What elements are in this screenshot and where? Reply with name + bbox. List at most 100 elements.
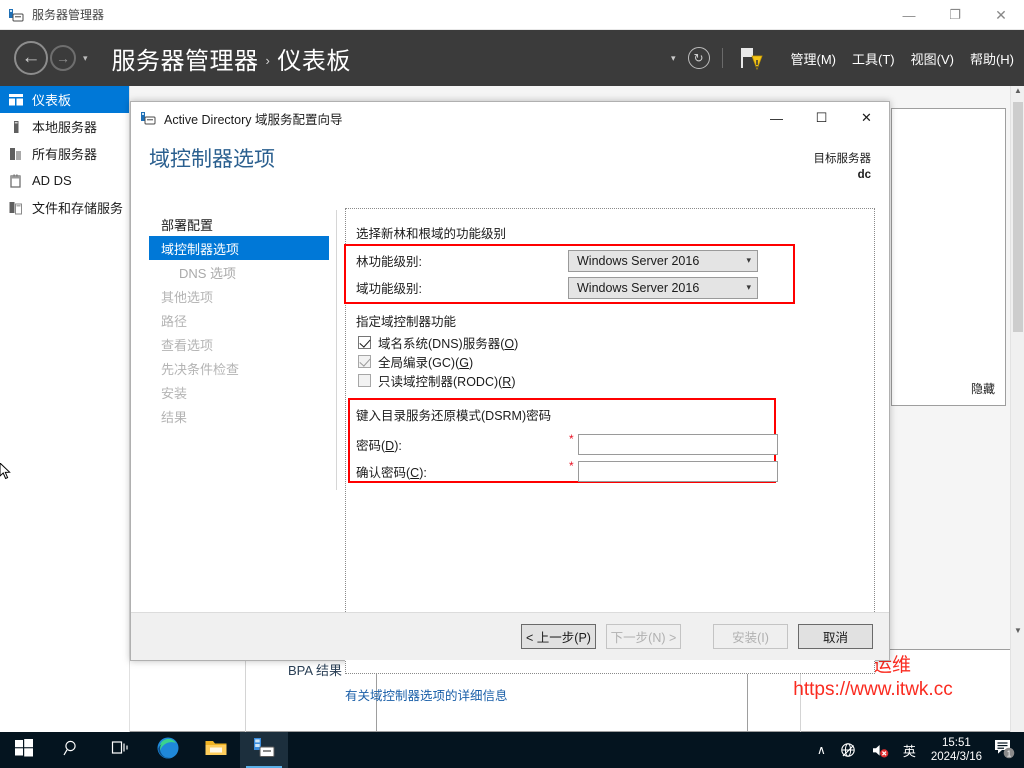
svg-text:1: 1 <box>1007 749 1012 758</box>
nav-history-caret-icon[interactable]: ▾ <box>83 53 88 64</box>
domain-level-label: 域功能级别: <box>356 282 422 296</box>
close-button[interactable]: ✕ <box>978 0 1024 30</box>
previous-button[interactable]: < 上一步(P) <box>521 624 596 649</box>
scroll-down-arrow-icon[interactable]: ▼ <box>1011 626 1024 640</box>
sidebar-item-ad-ds[interactable]: AD DS <box>0 167 129 194</box>
menu-manage[interactable]: 管理(M) <box>791 49 837 68</box>
content-scrollbar[interactable]: ▲ ▼ <box>1010 86 1024 732</box>
dsrm-section-title: 键入目录服务还原模式(DSRM)密码 <box>356 409 552 423</box>
refresh-icon[interactable]: ↻ <box>687 47 710 69</box>
main-window-controls: — ❐ ✕ <box>886 0 1024 30</box>
confirm-password-label: 确认密码(C): <box>356 466 427 480</box>
notifications-flag-icon[interactable] <box>735 42 765 74</box>
cancel-button[interactable]: 取消 <box>798 624 873 649</box>
navigation-sidebar: 仪表板 本地服务器 所有服务器 AD DS 文件和存储服务 <box>0 86 130 732</box>
more-info-link[interactable]: 有关域控制器选项的详细信息 <box>345 685 508 704</box>
step-dns-options: DNS 选项 <box>149 260 329 284</box>
step-domain-controller-options[interactable]: 域控制器选项 <box>149 236 329 260</box>
menu-tools[interactable]: 工具(T) <box>852 49 895 68</box>
server-manager-taskbar-button[interactable] <box>240 732 288 768</box>
sidebar-item-dashboard[interactable]: 仪表板 <box>0 86 129 113</box>
step-paths: 路径 <box>149 308 329 332</box>
dialog-minimize-button[interactable]: — <box>754 102 799 134</box>
notification-center-button[interactable]: 1 <box>993 737 1015 764</box>
confirm-password-input[interactable] <box>578 461 778 482</box>
screen: 服务器管理器 — ❐ ✕ ← → ▾ 服务器管理器 › 仪表板 ▾ ↻ 管理(M… <box>0 0 1024 768</box>
task-view-button[interactable] <box>96 732 144 768</box>
file-explorer-button[interactable] <box>192 732 240 768</box>
breadcrumb-separator-icon: › <box>265 52 271 68</box>
password-input[interactable] <box>578 434 778 455</box>
server-manager-icon <box>8 7 24 23</box>
target-server-label: 目标服务器 <box>813 153 872 165</box>
domain-level-select[interactable]: Windows Server 2016 ▾ <box>568 276 758 299</box>
step-additional-options: 其他选项 <box>149 284 329 308</box>
checkbox-dns-server[interactable]: 域名系统(DNS)服务器(O) <box>358 333 518 352</box>
storage-icon <box>8 200 24 216</box>
restore-button[interactable]: ❐ <box>932 0 978 30</box>
step-installation: 安装 <box>149 380 329 404</box>
network-offline-icon[interactable] <box>840 742 857 759</box>
dialog-window-controls: — ☐ ✕ <box>754 102 889 134</box>
adds-icon <box>8 173 24 189</box>
tray-chevron-icon[interactable]: ∧ <box>817 743 826 757</box>
breadcrumb-root[interactable]: 服务器管理器 <box>112 41 259 76</box>
hide-link[interactable]: 隐藏 <box>971 380 995 397</box>
step-deployment-config[interactable]: 部署配置 <box>149 212 329 236</box>
forest-level-value: Windows Server 2016 <box>577 253 700 268</box>
taskbar: ∧ 英 15:51 2024/3/16 1 <box>0 732 1024 768</box>
scroll-up-arrow-icon[interactable]: ▲ <box>1011 86 1024 100</box>
step-label: 其他选项 <box>161 289 214 305</box>
task-view-icon <box>110 739 130 762</box>
dialog-close-button[interactable]: ✕ <box>844 102 889 134</box>
file-explorer-icon <box>204 738 228 763</box>
step-results: 结果 <box>149 404 329 428</box>
dialog-footer: < 上一步(P) 下一步(N) > 安装(I) 取消 <box>131 612 889 660</box>
breadcrumb-leaf: 仪表板 <box>277 47 351 75</box>
wizard-steps: 部署配置 域控制器选项 DNS 选项 其他选项 路径 查看选项 先决条件检查 安… <box>149 212 329 428</box>
dialog-maximize-button[interactable]: ☐ <box>799 102 844 134</box>
ad-ds-configuration-wizard: Active Directory 域服务配置向导 — ☐ ✕ 域控制器选项 目标… <box>130 101 890 703</box>
sidebar-item-local-server[interactable]: 本地服务器 <box>0 113 129 140</box>
sidebar-item-file-storage[interactable]: 文件和存储服务 <box>0 194 129 221</box>
forward-button[interactable]: → <box>50 45 76 71</box>
step-label: DNS 选项 <box>179 265 237 281</box>
menu-view[interactable]: 视图(V) <box>911 49 954 68</box>
step-label: 部署配置 <box>161 217 214 233</box>
chevron-down-icon: ▾ <box>746 282 751 292</box>
step-label: 先决条件检查 <box>161 361 240 377</box>
target-server-info: 目标服务器 dc <box>814 152 872 183</box>
domain-level-value: Windows Server 2016 <box>577 280 700 295</box>
next-button: 下一步(N) > <box>606 624 681 649</box>
checkbox-dns-server-box[interactable] <box>358 336 371 349</box>
checkbox-global-catalog: 全局编录(GC)(G) <box>358 352 473 371</box>
checkbox-rodc-box[interactable] <box>358 374 371 387</box>
clock[interactable]: 15:51 2024/3/16 <box>931 736 982 765</box>
checkbox-rodc[interactable]: 只读域控制器(RODC)(R) <box>358 371 516 390</box>
sidebar-item-all-servers[interactable]: 所有服务器 <box>0 140 129 167</box>
volume-muted-icon[interactable] <box>871 742 889 759</box>
back-button[interactable]: ← <box>14 41 48 75</box>
search-button[interactable] <box>48 732 96 768</box>
bpa-results-label: BPA 结果 <box>288 663 342 678</box>
dialog-titlebar: Active Directory 域服务配置向导 — ☐ ✕ <box>131 102 889 135</box>
forest-level-label: 林功能级别: <box>356 255 422 269</box>
edge-browser-button[interactable] <box>144 732 192 768</box>
chevron-down-icon: ▾ <box>746 255 751 265</box>
ime-indicator[interactable]: 英 <box>903 741 916 760</box>
header-toolbar: ▾ ↻ 管理(M) 工具(T) 视图(V) 帮助(H) <box>671 30 1014 86</box>
minimize-button[interactable]: — <box>886 0 932 30</box>
sidebar-item-label: 本地服务器 <box>32 120 98 135</box>
clock-date: 2024/3/16 <box>930 751 982 763</box>
install-button: 安装(I) <box>713 624 788 649</box>
edge-browser-icon <box>156 736 180 765</box>
domain-level-row: 域功能级别: Windows Server 2016 ▾ <box>356 276 786 299</box>
header-caret-icon[interactable]: ▾ <box>671 53 676 64</box>
scrollbar-thumb[interactable] <box>1013 102 1023 332</box>
forest-level-select[interactable]: Windows Server 2016 ▾ <box>568 249 758 272</box>
page-title: 域控制器选项 <box>149 148 275 171</box>
checkbox-global-catalog-box <box>358 355 371 368</box>
menu-help[interactable]: 帮助(H) <box>970 49 1014 68</box>
start-button[interactable] <box>0 732 48 768</box>
target-server-value: dc <box>857 168 871 181</box>
